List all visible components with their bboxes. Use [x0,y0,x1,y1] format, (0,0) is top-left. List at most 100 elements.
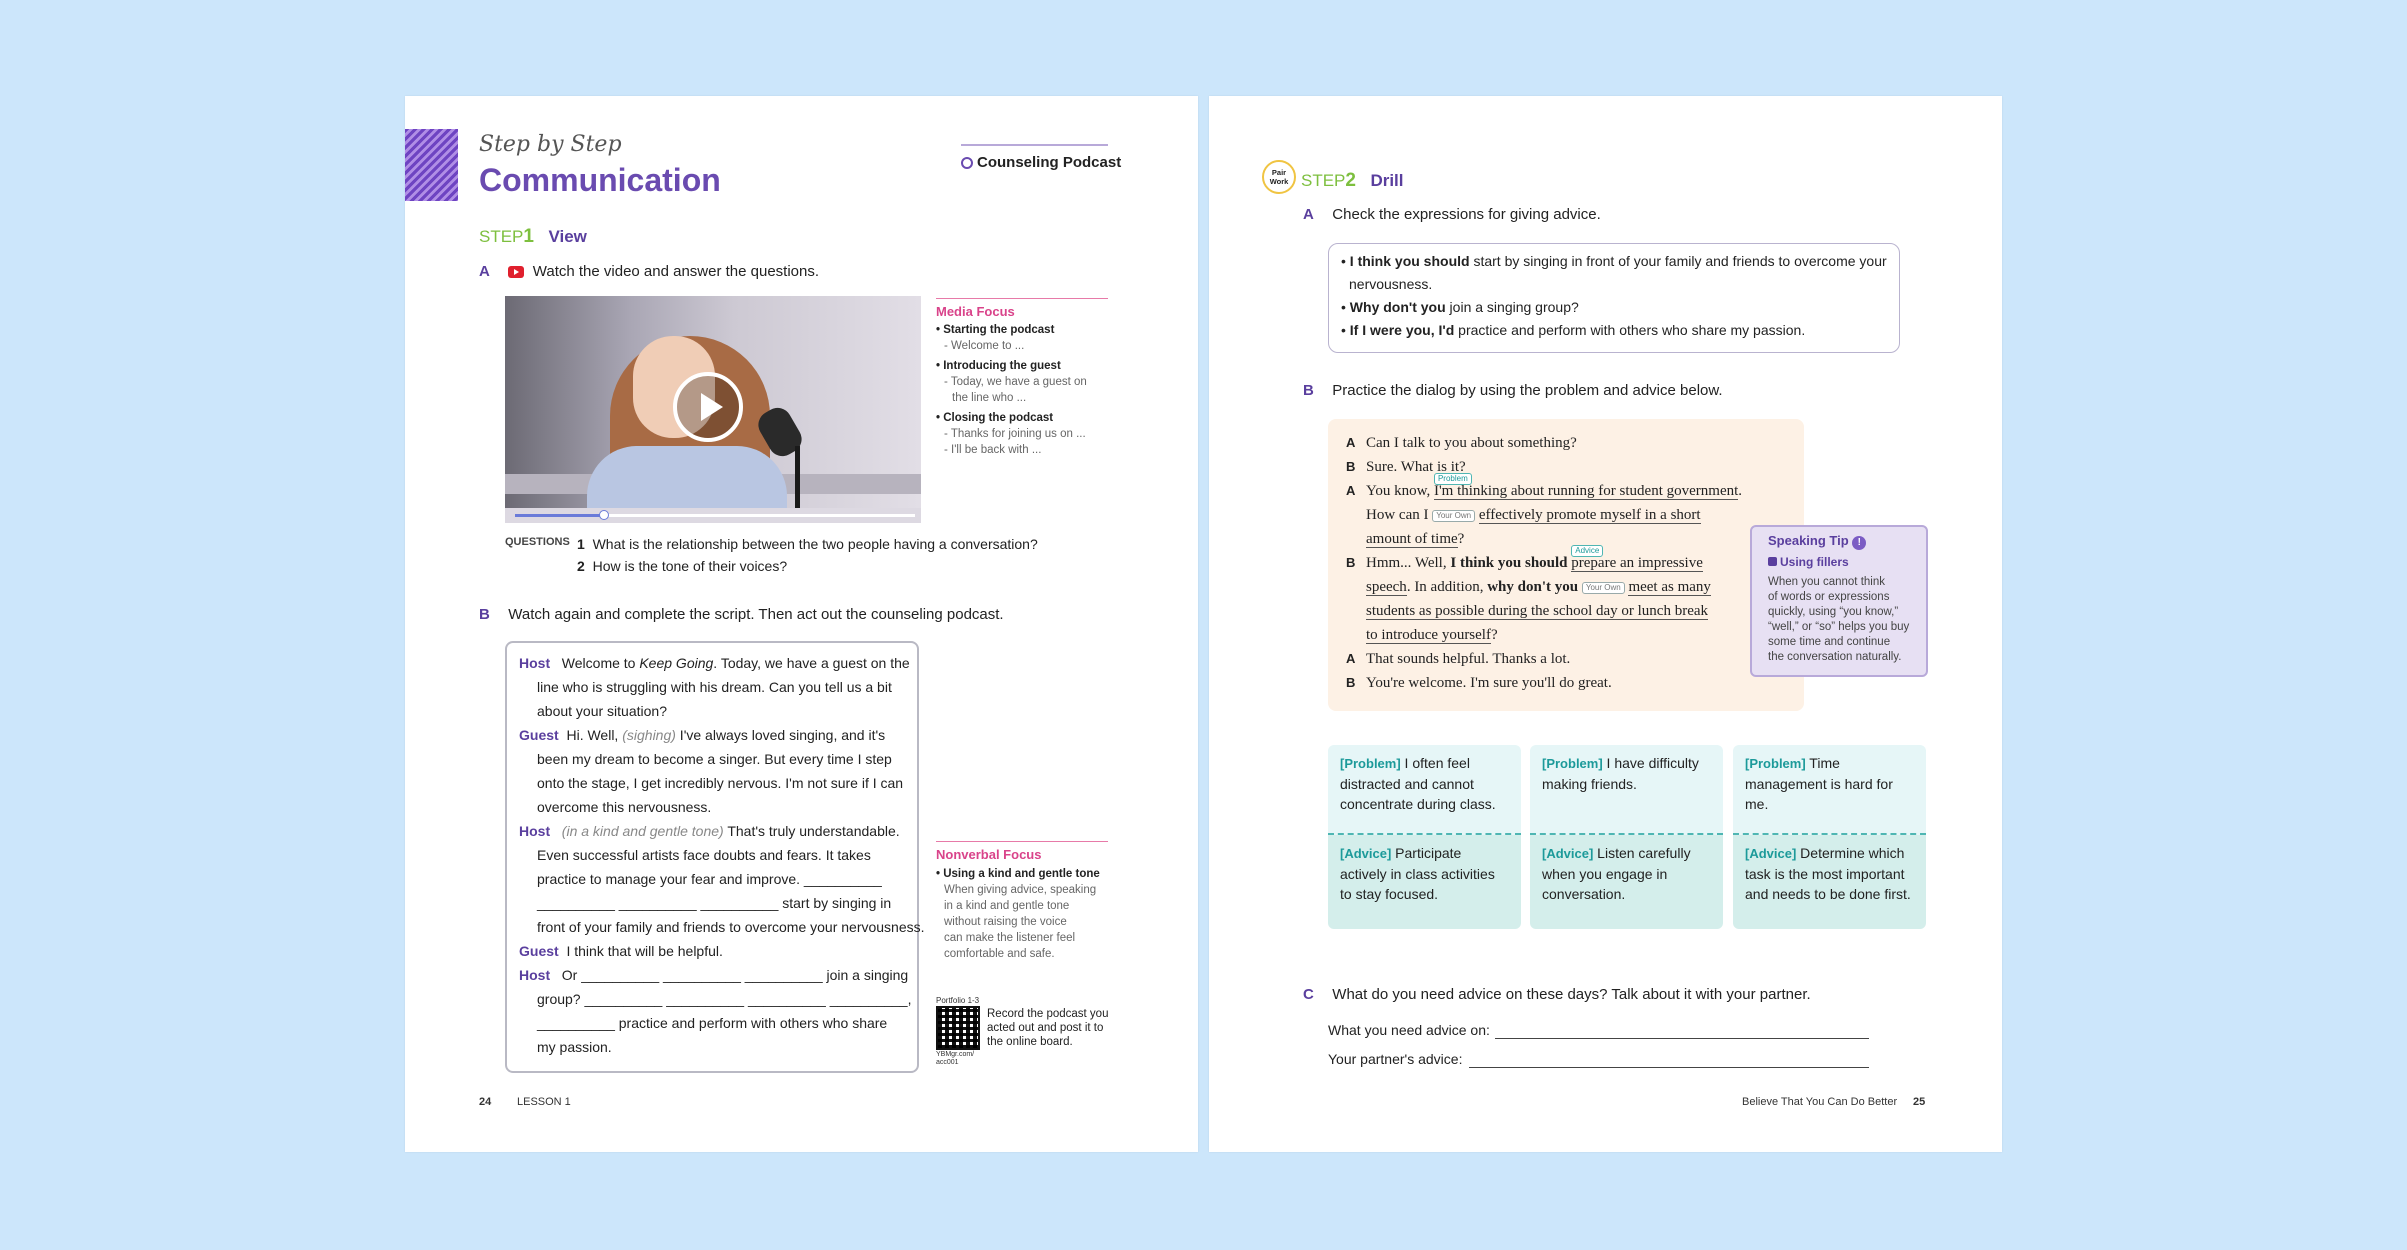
section-letter: A [1303,206,1314,223]
script-line[interactable]: __________ __________ __________ start b… [507,891,917,915]
video-play-icon [508,265,525,278]
card-advice: [Advice] Participate actively in class a… [1328,835,1521,929]
questions-list: 1 What is the relationship between the t… [577,533,1038,577]
tag-rule [961,144,1108,146]
expression-item: • I think you should start by singing in… [1341,253,1887,269]
media-focus-head: • Closing the podcast [936,412,1054,424]
media-focus-head: • Introducing the guest [936,360,1061,372]
seek-handle[interactable] [599,510,609,520]
section-a: A Check the expressions for giving advic… [1303,206,1601,224]
topic-tag: Counseling Podcast [961,154,1121,171]
step-label: STEP [479,227,524,246]
step-name: Drill [1370,171,1404,190]
media-focus-rule [936,298,1108,299]
section-a: A Watch the video and answer the questio… [479,263,819,281]
nonverbal-line: When giving advice, speaking [944,884,1097,896]
tip-line: of words or expressions [1768,591,1890,603]
advice-blank[interactable]: speech [1366,579,1407,596]
qr-code-icon[interactable] [936,1006,980,1050]
portfolio-text: Record the podcast you acted out and pos… [987,1007,1108,1049]
question-item: 2 How is the tone of their voices? [577,558,788,574]
media-focus-sub: - Welcome to ... [944,340,1025,352]
media-focus-title: Media Focus [936,304,1015,319]
expression-item: • Why don't you join a singing group? [1341,299,1579,315]
script-line: Guest Hi. Well, (sighing) I've always lo… [519,727,886,743]
script-line: Even successful artists face doubts and … [537,847,871,863]
expressions-box: • I think you should start by singing in… [1328,243,1900,353]
section-letter: B [479,606,490,623]
exclamation-icon: ! [1852,536,1867,550]
page-title: Communication [479,162,721,198]
script-line: line who is struggling with his dream. C… [537,679,892,695]
topic-tag-label: Counseling Podcast [977,154,1122,171]
problem-blank[interactable]: amount of time [1366,531,1458,548]
decorative-stripe-block [405,129,458,201]
play-button[interactable] [673,372,743,442]
problem-advice-card[interactable]: [Problem] I often feel distracted and ca… [1328,745,1521,929]
section-letter: C [1303,986,1314,1003]
pair-work-badge: Pair Work [1262,160,1296,194]
script-box: Host Welcome to Keep Going. Today, we ha… [505,641,925,1073]
script-line: about your situation? [537,703,667,719]
advice-tag: Advice [1571,545,1604,557]
media-focus-sub: - Today, we have a guest on [944,376,1087,388]
tip-title: Speaking Tip ! [1768,533,1867,550]
media-focus-list: • Starting the podcast - Welcome to ... … [936,322,1111,458]
nonverbal-focus-rule [936,841,1108,842]
portfolio-label: Portfolio 1-3 [936,996,980,1005]
section-b: B Watch again and complete the script. T… [479,606,1004,624]
script-line[interactable]: __________ practice and perform with oth… [507,1011,917,1035]
series-title: Step by Step [479,132,622,157]
write-line-2[interactable] [1469,1067,1869,1068]
advice-blank[interactable]: to introduce yourself [1366,627,1491,644]
left-page: Step by Step Communication Counseling Po… [405,96,1198,1152]
dialog-box: A Can I talk to you about something? B Sur… [1328,419,1804,711]
your-own-tag: Your Own [1581,581,1625,594]
questions-label: QUESTIONS [505,536,570,548]
script-line[interactable]: group? __________ __________ __________ … [507,987,917,1011]
tip-line: “well,” or “so” helps you buy [1768,621,1910,633]
advice-blank[interactable]: Advice prepare an impressive [1571,545,1703,572]
tip-line: When you cannot think [1768,576,1885,588]
nonverbal-focus-title: Nonverbal Focus [936,847,1042,862]
problem-blank[interactable]: effectively promote myself in a short [1478,507,1701,524]
tip-body: When you cannot think of words or expres… [1768,575,1909,665]
bullet-icon [1768,557,1777,566]
section-instruction: Check the expressions for giving advice. [1332,206,1601,223]
advice-blank[interactable]: students as possible during the school d… [1366,603,1709,620]
nonverbal-line: comfortable and safe. [944,948,1055,960]
section-instruction: Practice the dialog by using the problem… [1332,382,1723,399]
tip-subtitle: Using fillers [1768,555,1849,570]
script-line[interactable]: practice to manage your fear and improve… [507,867,917,891]
step-name: View [548,227,587,246]
portfolio-line: Record the podcast you [987,1008,1109,1020]
video-player[interactable] [505,296,921,523]
card-advice: [Advice] Listen carefully when you engag… [1530,835,1723,929]
step-number: 2 [1345,170,1356,191]
right-page: Pair Work STEP2 Drill A Check the expres… [1209,96,2002,1152]
your-own-tag: Your Own [1432,509,1476,522]
card-advice: [Advice] Determine which task is the mos… [1733,835,1926,929]
nonverbal-head: • Using a kind and gentle tone [936,868,1100,880]
problem-blank[interactable]: Problem I'm thinking about running for st… [1433,473,1739,500]
section-c: C What do you need advice on these days?… [1303,986,1811,1004]
script-line[interactable]: Host Or __________ __________ __________… [507,963,917,987]
section-instruction: Watch again and complete the script. The… [508,606,1004,623]
section-letter: A [479,263,490,280]
problem-advice-card[interactable]: [Problem] Time management is hard for me… [1733,745,1926,929]
write-line-1[interactable] [1495,1038,1869,1039]
circle-icon [961,157,973,170]
advice-blank[interactable]: meet as many [1628,579,1711,596]
script-line: front of your family and friends to over… [537,919,925,935]
script-line: Guest I think that will be helpful. [519,943,723,959]
question-item: 1 What is the relationship between the t… [577,536,1038,552]
nonverbal-focus-list: • Using a kind and gentle tone When givi… [936,866,1111,962]
step2-heading: STEP2 Drill [1301,170,1404,192]
card-problem: [Problem] I have difficulty making frien… [1530,745,1723,835]
script-line: overcome this nervousness. [537,799,712,815]
problem-advice-card[interactable]: [Problem] I have difficulty making frien… [1530,745,1723,929]
write-label-1: What you need advice on: [1328,1022,1490,1038]
script-line: my passion. [537,1039,612,1055]
section-letter: B [1303,382,1314,399]
page-number: 24 [479,1096,492,1108]
